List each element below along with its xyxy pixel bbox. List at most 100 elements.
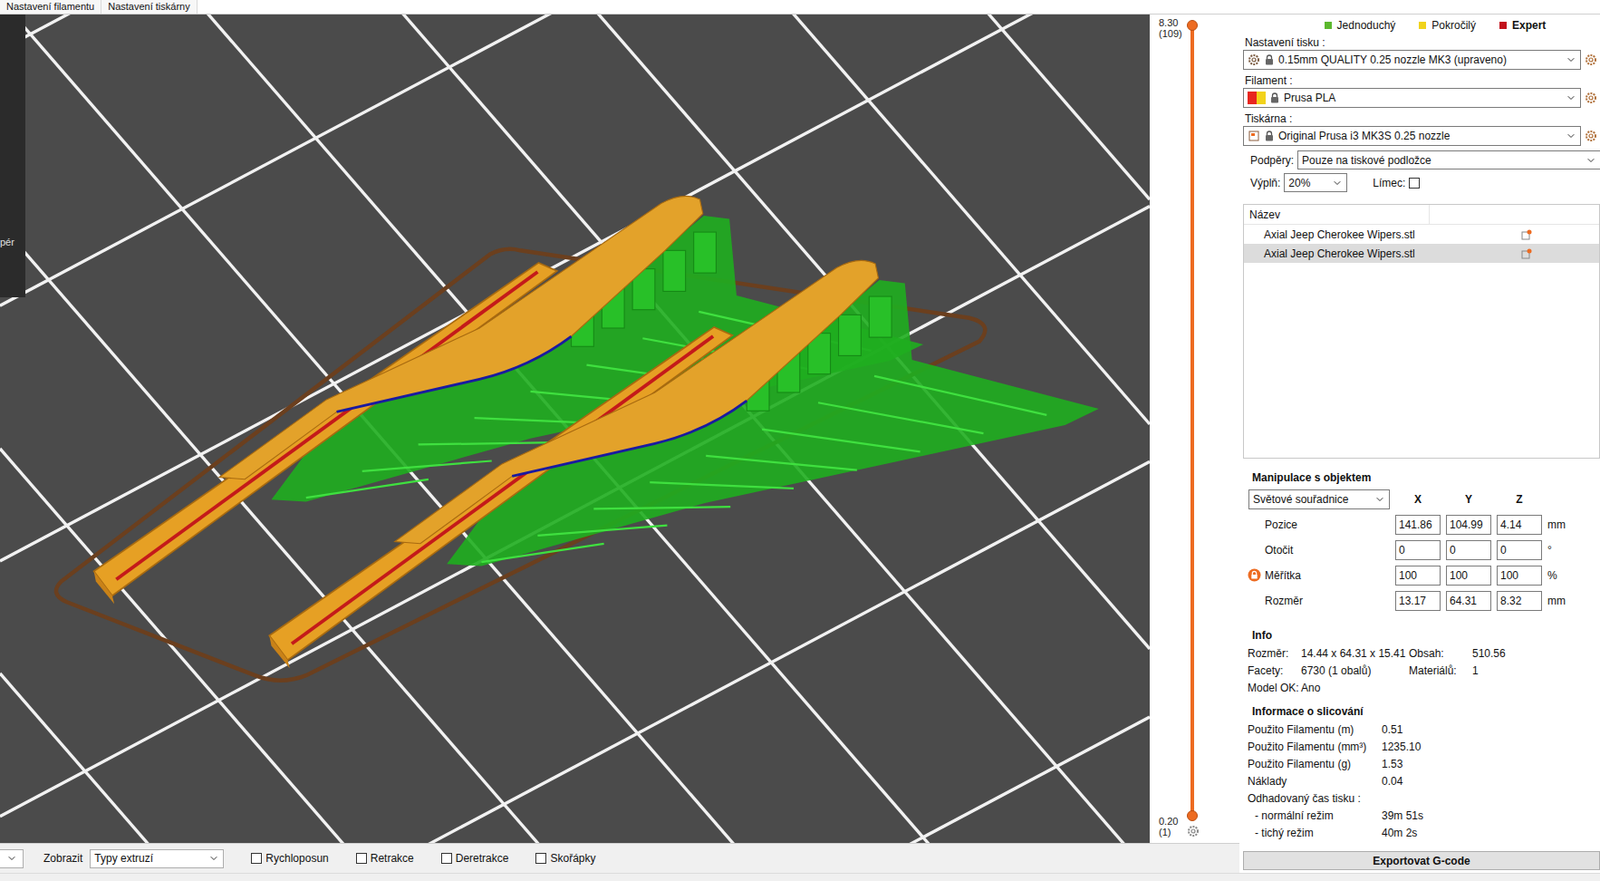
info-value: 14.44 x 64.31 x 15.41 <box>1301 646 1409 660</box>
infill-select[interactable]: 20% <box>1283 173 1348 193</box>
preset-group: Tiskárna :Original Prusa i3 MK3S 0.25 no… <box>1243 110 1600 149</box>
tab-bar: Nastavení filamentuNastavení tiskárny <box>0 0 1600 15</box>
tab[interactable]: Nastavení tiskárny <box>101 0 197 14</box>
view-select-cut[interactable] <box>0 848 24 868</box>
layer-slider[interactable]: 8.30(109)0.20(1) <box>1149 14 1240 843</box>
canvas-row: pér 8.30(109)0.20(1) <box>0 14 1240 843</box>
prusaslicer-window: Nastavení filamentuNastavení tiskárnypér… <box>0 0 1600 881</box>
preset-combo[interactable]: Prusa PLA <box>1243 87 1581 108</box>
view-option-checkbox[interactable]: Deretrakce <box>441 851 510 865</box>
view-option-checkbox[interactable]: Retrakce <box>356 851 415 865</box>
slicing-label: Použito Filamentu (g) <box>1247 757 1382 771</box>
upper-thumb[interactable] <box>1186 19 1198 31</box>
info-value: 510.56 <box>1472 646 1600 660</box>
preset-row: 0.15mm QUALITY 0.25 nozzle MK3 (upraveno… <box>1243 49 1600 70</box>
chevron-icon <box>1565 130 1577 142</box>
value-input[interactable]: 0 <box>1445 539 1492 560</box>
preset-row: Original Prusa i3 MK3S 0.25 nozzle <box>1243 125 1600 146</box>
preset-label: Nastavení tisku : <box>1243 34 1600 50</box>
slicing-label: - normální režim <box>1247 809 1382 822</box>
chevron-icon <box>1565 54 1577 66</box>
preset-settings[interactable] <box>1584 91 1598 105</box>
value-input[interactable]: 100 <box>1445 565 1492 586</box>
preset-settings[interactable] <box>1584 129 1598 143</box>
edit-icon[interactable] <box>1521 229 1533 241</box>
filament-color-swatch <box>1247 91 1266 105</box>
gear-icon[interactable] <box>1584 129 1598 143</box>
value-input[interactable]: 64.31 <box>1445 590 1492 611</box>
object-row[interactable]: Axial Jeep Cherokee Wipers.stl <box>1243 224 1600 244</box>
mode-option[interactable]: Pokročilý <box>1418 19 1476 32</box>
checkbox[interactable] <box>441 852 453 864</box>
manipulation-label: Otočit <box>1248 543 1390 557</box>
tab[interactable]: Nastavení filamentu <box>0 0 102 14</box>
view-type-select[interactable]: Typy extruzí <box>89 848 224 868</box>
slicing-value: 39m 51s <box>1381 809 1600 822</box>
mode-color <box>1324 21 1332 29</box>
value-input[interactable]: 4.14 <box>1496 514 1543 535</box>
preset-label: Tiskárna : <box>1243 110 1600 126</box>
preset-combo[interactable]: Original Prusa i3 MK3S 0.25 nozzle <box>1243 125 1581 146</box>
lock-icon <box>1270 92 1280 104</box>
printed-part[interactable] <box>269 260 1099 668</box>
column-header[interactable]: Název <box>1243 204 1430 224</box>
collapsed-side-panel[interactable]: pér <box>0 14 26 298</box>
chevron-icon <box>208 852 220 864</box>
info-label: Rozměr: <box>1247 646 1302 660</box>
info-value: Ano <box>1301 681 1409 694</box>
value-input[interactable]: 104.99 <box>1445 514 1492 535</box>
lower-thumb[interactable] <box>1186 809 1198 821</box>
value-input[interactable]: 0 <box>1395 539 1441 560</box>
value-input[interactable]: 8.32 <box>1496 590 1543 611</box>
manipulation-label: Rozměr <box>1248 594 1390 608</box>
export-gcode-button[interactable]: Exportovat G-code <box>1243 850 1600 870</box>
object-row[interactable]: Axial Jeep Cherokee Wipers.stl <box>1243 243 1600 263</box>
checkbox[interactable] <box>535 852 547 864</box>
gear-icon[interactable] <box>1584 53 1598 67</box>
chevron-icon <box>1565 92 1577 104</box>
supports-row: Podpěry:Pouze na tiskové podložce <box>1243 148 1600 172</box>
view-option-checkbox[interactable]: Skořápky <box>535 851 596 865</box>
checkbox[interactable] <box>250 852 262 864</box>
3d-preview[interactable]: pér <box>0 14 1150 843</box>
slicing-label: Odhadovaný čas tisku : <box>1247 791 1382 805</box>
printer-icon <box>1247 129 1261 143</box>
checkbox[interactable] <box>356 852 367 864</box>
view-label: Zobrazit <box>43 851 83 865</box>
slider-track[interactable] <box>1190 25 1195 816</box>
preset-row: Prusa PLA <box>1243 87 1600 108</box>
lock-icon[interactable] <box>1247 568 1262 582</box>
preset-group: Filament :Prusa PLA <box>1243 72 1600 111</box>
preset-settings[interactable] <box>1584 53 1598 67</box>
value-input[interactable]: 100 <box>1496 565 1543 586</box>
edit-icon[interactable] <box>1521 248 1533 260</box>
slicing-label: - tichý režim <box>1247 826 1382 839</box>
coordinates-select[interactable]: Světové souřadnice <box>1248 489 1390 510</box>
gear-icon[interactable] <box>1186 824 1200 838</box>
preset-combo[interactable]: 0.15mm QUALITY 0.25 nozzle MK3 (upraveno… <box>1243 49 1581 70</box>
slicing-label: Použito Filamentu (mm³) <box>1247 740 1382 753</box>
unit-label: ° <box>1547 543 1600 557</box>
slider-settings-icon[interactable] <box>1186 824 1198 836</box>
mode-option[interactable]: Expert <box>1499 19 1546 32</box>
mode-option[interactable]: Jednoduchý <box>1324 19 1397 32</box>
value-input[interactable]: 13.17 <box>1395 590 1441 611</box>
preview-column: pér 8.30(109)0.20(1) Zobrazit Typy extruzí R… <box>0 14 1240 873</box>
object-list: NázevAxial Jeep Cherokee Wipers.stlAxial… <box>1243 203 1600 459</box>
filament-color <box>1256 91 1266 105</box>
value-input[interactable]: 100 <box>1395 565 1441 586</box>
print-bed-scene[interactable] <box>0 14 1150 843</box>
slicing-value: 40m 2s <box>1381 826 1600 839</box>
info-label: Model OK: <box>1247 681 1302 694</box>
value-input[interactable]: 141.86 <box>1395 514 1441 535</box>
value-input[interactable]: 0 <box>1496 539 1543 560</box>
supports-select[interactable]: Pouze na tiskové podložce <box>1297 150 1600 170</box>
axis-header: X <box>1395 492 1441 506</box>
sidebar: Jednoduchý Pokročilý Expert Nastavení tisku… <box>1239 14 1600 873</box>
brim-checkbox[interactable] <box>1408 177 1420 189</box>
gear-icon[interactable] <box>1247 53 1261 67</box>
info-label: Obsah: <box>1408 646 1473 660</box>
gear-icon[interactable] <box>1584 91 1598 105</box>
view-option-checkbox[interactable]: Rychloposun <box>250 851 328 865</box>
axis-header: Y <box>1445 492 1492 506</box>
